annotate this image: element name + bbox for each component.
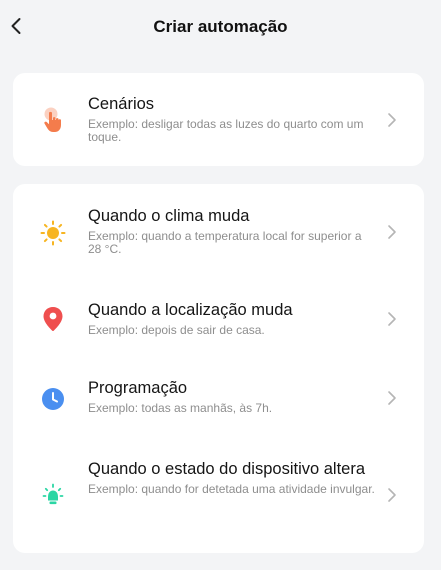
chevron-right-icon bbox=[385, 389, 399, 407]
list-item-scenes[interactable]: Cenários Exemplo: desligar todas as luze… bbox=[13, 73, 424, 166]
list-item-weather[interactable]: Quando o clima muda Exemplo: quando a te… bbox=[13, 184, 424, 278]
location-subtitle: Exemplo: depois de sair de casa. bbox=[88, 323, 265, 337]
chevron-right-icon bbox=[385, 310, 399, 328]
chevron-right-icon bbox=[385, 486, 399, 504]
schedule-subtitle: Exemplo: todas as manhãs, às 7h. bbox=[88, 401, 273, 415]
triggers-card: Quando o clima muda Exemplo: quando a te… bbox=[13, 184, 424, 553]
device-status-icon bbox=[40, 483, 66, 509]
scenes-subtitle: Exemplo: desligar todas as luzes do quar… bbox=[88, 117, 364, 144]
device-status-title: Quando o estado do dispositivo altera bbox=[88, 460, 366, 478]
location-title: Quando a localização muda bbox=[88, 301, 293, 319]
tap-hand-icon bbox=[40, 107, 66, 133]
chevron-right-icon bbox=[385, 111, 399, 129]
list-item-location[interactable]: Quando a localização muda Exemplo: depoi… bbox=[13, 278, 424, 360]
page-title: Criar automação bbox=[153, 17, 288, 36]
device-status-subtitle: Exemplo: quando for detetada uma ativida… bbox=[88, 482, 375, 496]
weather-subtitle: Exemplo: quando a temperatura local for … bbox=[88, 229, 362, 256]
sun-icon bbox=[40, 220, 66, 246]
location-pin-icon bbox=[40, 306, 66, 332]
clock-icon bbox=[40, 386, 66, 412]
schedule-title: Programação bbox=[88, 379, 188, 397]
scenes-title: Cenários bbox=[88, 95, 155, 113]
scenes-card: Cenários Exemplo: desligar todas as luze… bbox=[13, 73, 424, 166]
weather-title: Quando o clima muda bbox=[88, 207, 250, 225]
top-bar: Criar automação bbox=[0, 0, 441, 56]
list-item-device-status[interactable]: Quando o estado do dispositivo altera Ex… bbox=[13, 444, 424, 553]
list-item-schedule[interactable]: Programação Exemplo: todas as manhãs, às… bbox=[13, 360, 424, 444]
chevron-right-icon bbox=[385, 223, 399, 241]
